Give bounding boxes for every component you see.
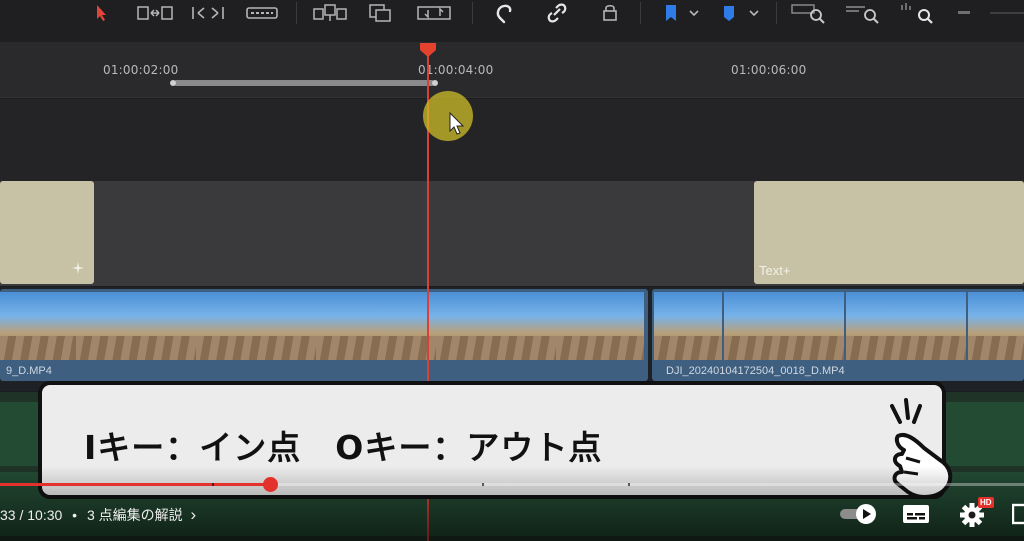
dynamic-trim-icon[interactable] xyxy=(188,0,228,26)
screen: 01:00:02:00 01:00:04:00 01:00:06:00 Text… xyxy=(0,0,1024,541)
trim-icon[interactable] xyxy=(134,0,176,26)
empty-track[interactable] xyxy=(0,99,1024,181)
playhead-handle[interactable] xyxy=(419,42,437,58)
ruler-tick-label: 01:00:02:00 xyxy=(103,63,179,77)
blade-icon[interactable] xyxy=(244,0,280,26)
chapter-divider xyxy=(212,483,214,486)
mouse-cursor-icon xyxy=(449,112,465,135)
video-clip[interactable]: 9_D.MP4 xyxy=(0,289,648,381)
video-clip-name: DJI_20240104172504_0018_D.MP4 xyxy=(666,365,845,377)
hd-badge: HD xyxy=(978,497,994,508)
separator-dot: • xyxy=(72,507,78,523)
zoom-custom-icon[interactable] xyxy=(896,0,938,26)
title-clip-label: Text+ xyxy=(759,263,791,278)
flag-icon[interactable] xyxy=(656,0,706,26)
position-lock-icon[interactable] xyxy=(596,0,624,26)
ruler-tick-label: 01:00:04:00 xyxy=(418,63,494,77)
chapter-divider xyxy=(628,483,630,486)
out-point-handle[interactable] xyxy=(432,80,438,86)
zoom-full-icon[interactable] xyxy=(788,0,830,26)
progress-played xyxy=(0,483,271,486)
video-clip-name: 9_D.MP4 xyxy=(6,365,52,377)
clip-thumbnail xyxy=(724,292,844,360)
time-current-duration: 33 / 10:30 xyxy=(0,507,63,523)
chapter-arrow-icon[interactable]: › xyxy=(191,505,197,524)
settings-icon[interactable]: HD xyxy=(958,497,994,533)
in-out-range-bar[interactable] xyxy=(173,80,435,86)
in-point-handle[interactable] xyxy=(170,80,176,86)
title-track[interactable]: Text+ xyxy=(0,181,1024,286)
clip-thumbnail xyxy=(196,292,316,360)
clip-thumbnail xyxy=(654,292,722,360)
overwrite-clip-icon[interactable] xyxy=(364,0,396,26)
caption-text: Iキー：イン点 Oキー：アウト点 xyxy=(84,428,603,467)
video-clip[interactable]: DJI_20240104172504_0018_D.MP4 xyxy=(652,289,1024,381)
insert-clip-icon[interactable] xyxy=(310,0,350,26)
marker-icon[interactable] xyxy=(716,0,766,26)
timeline-toolbar xyxy=(0,0,1024,42)
chapter-divider xyxy=(482,483,484,486)
zoom-slider-icon[interactable] xyxy=(954,0,974,26)
clip-thumbnail xyxy=(846,292,966,360)
chapter-title[interactable]: 3 点編集の解説 xyxy=(87,507,183,523)
time-display: 33 / 10:30 • 3 点編集の解説 › xyxy=(0,505,196,525)
clip-thumbnail xyxy=(556,292,644,360)
zoom-slider-track[interactable] xyxy=(990,0,1024,26)
zoom-detail-icon[interactable] xyxy=(842,0,884,26)
title-clip-text-plus[interactable]: Text+ xyxy=(754,181,1024,284)
clip-thumbnail xyxy=(968,292,1024,360)
sparkle-icon xyxy=(72,262,84,274)
replace-clip-icon[interactable] xyxy=(414,0,454,26)
title-clip[interactable] xyxy=(0,181,94,284)
clip-thumbnail xyxy=(76,292,196,360)
clip-thumbnail xyxy=(316,292,436,360)
autoplay-toggle-icon[interactable] xyxy=(838,503,880,530)
fullscreen-icon[interactable] xyxy=(1011,503,1024,530)
clip-thumbnail xyxy=(436,292,556,360)
linked-selection-icon[interactable] xyxy=(542,0,572,26)
timeline-ruler[interactable]: 01:00:02:00 01:00:04:00 01:00:06:00 xyxy=(0,42,1024,98)
video-track[interactable]: 9_D.MP4 DJI_20240104172504_0018_D.MP4 xyxy=(0,287,1024,391)
select-pointer-icon[interactable] xyxy=(90,0,114,26)
ruler-tick-label: 01:00:06:00 xyxy=(731,63,807,77)
subtitles-icon[interactable] xyxy=(902,503,930,530)
snapping-icon[interactable] xyxy=(490,0,520,26)
